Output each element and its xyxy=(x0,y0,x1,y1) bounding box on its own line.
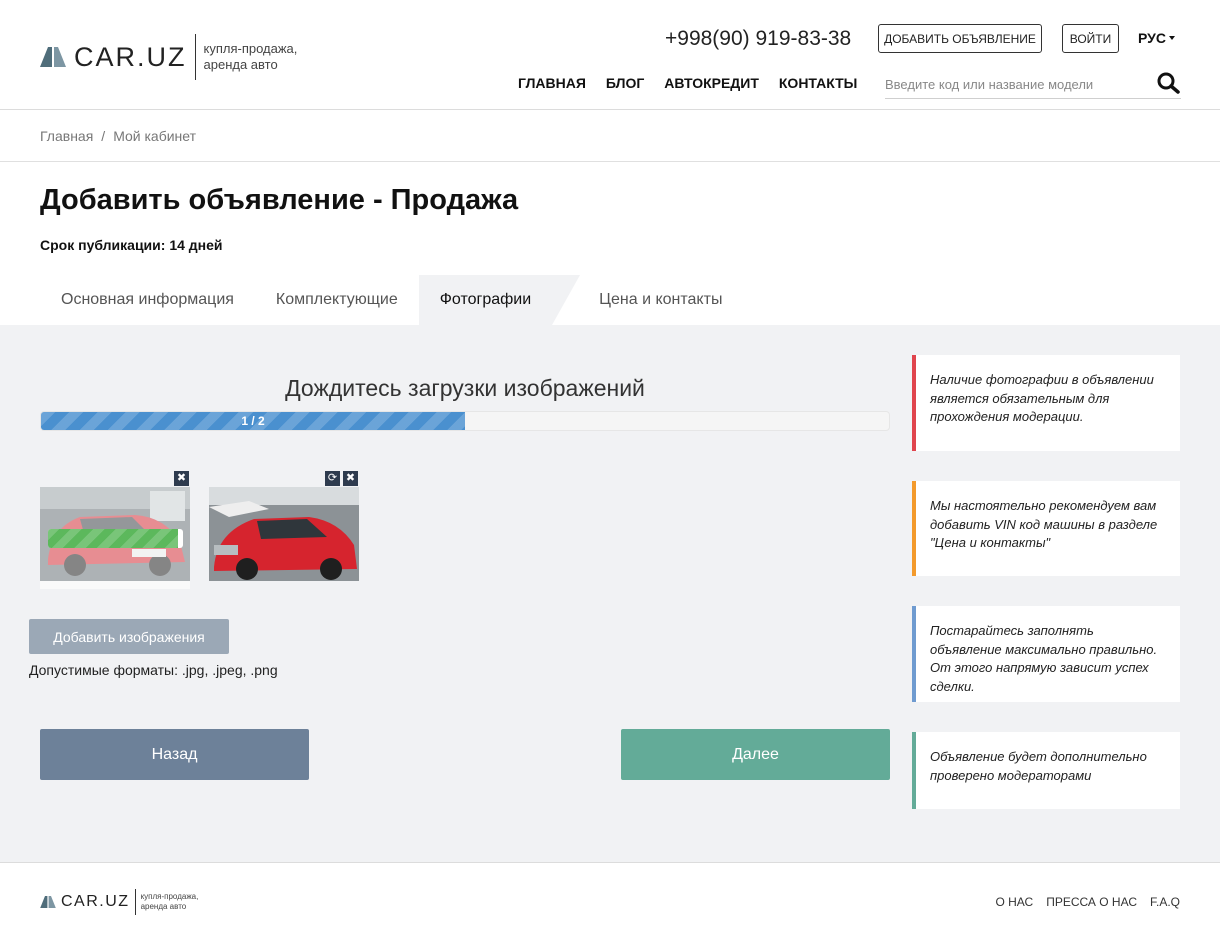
nav-blog[interactable]: БЛОГ xyxy=(606,75,644,91)
breadcrumb-home[interactable]: Главная xyxy=(40,128,93,144)
add-ad-button[interactable]: ДОБАВИТЬ ОБЪЯВЛЕНИЕ xyxy=(878,24,1042,53)
footer-link-about[interactable]: О НАС xyxy=(995,895,1033,909)
upload-progress-bar: 1 / 2 xyxy=(40,411,890,431)
logo-divider xyxy=(134,889,136,915)
note-vin-recommendation: Мы настоятельно рекомендуем вам добавить… xyxy=(912,481,1180,576)
site-logo[interactable]: CAR.UZ купля-продажа, аренда авто xyxy=(40,34,316,80)
note-text: Объявление будет дополнительно проверено… xyxy=(930,749,1147,783)
close-icon: ✖ xyxy=(176,472,187,484)
note-accent-bar xyxy=(912,481,916,576)
photos-panel: Дождитесь загрузки изображений 1 / 2 ✖ ⟳… xyxy=(0,325,1220,863)
note-text: Мы настоятельно рекомендуем вам добавить… xyxy=(930,498,1158,550)
publication-term: Срок публикации: 14 дней xyxy=(40,237,223,253)
footer-link-faq[interactable]: F.A.Q xyxy=(1150,895,1180,909)
form-tabs: Основная информация Комплектующие Фотогр… xyxy=(40,275,743,325)
logo-divider xyxy=(194,34,196,80)
search-icon[interactable] xyxy=(1157,72,1181,99)
upload-progress-fill: 1 / 2 xyxy=(41,412,465,430)
tab-basic-info[interactable]: Основная информация xyxy=(40,275,255,325)
nav-contacts[interactable]: КОНТАКТЫ xyxy=(779,75,857,91)
contact-phone[interactable]: +998(90) 919-83-38 xyxy=(665,27,851,51)
photo-thumbnail[interactable] xyxy=(209,487,359,581)
tab-components[interactable]: Комплектующие xyxy=(255,275,419,325)
chevron-down-icon xyxy=(1168,36,1175,40)
next-button[interactable]: Далее xyxy=(621,729,890,780)
close-icon: ✖ xyxy=(345,472,356,484)
language-selector[interactable]: РУС xyxy=(1138,30,1175,46)
breadcrumb: Главная / Мой кабинет xyxy=(40,128,196,144)
logo-text: CAR.UZ xyxy=(74,41,187,72)
rotate-icon: ⟳ xyxy=(327,472,338,484)
note-accent-bar xyxy=(912,732,916,809)
upload-progress-text: 1 / 2 xyxy=(241,414,265,428)
note-text: Постарайтесь заполнять объявление максим… xyxy=(930,623,1158,694)
main-nav: ГЛАВНАЯ БЛОГ АВТОКРЕДИТ КОНТАКТЫ xyxy=(518,75,877,91)
allowed-formats-text: Допустимые форматы: .jpg, .jpeg, .png xyxy=(29,662,278,678)
logo-mark-icon xyxy=(40,47,66,67)
photo-thumbnail-uploading[interactable] xyxy=(40,487,190,581)
tab-photos[interactable]: Фотографии xyxy=(418,275,581,325)
note-moderation: Объявление будет дополнительно проверено… xyxy=(912,732,1180,809)
breadcrumb-separator: / xyxy=(101,128,106,144)
thumbnail-caption-area xyxy=(40,581,190,589)
breadcrumb-cabinet[interactable]: Мой кабинет xyxy=(113,128,196,144)
note-text: Наличие фотографии в объявлении является… xyxy=(930,372,1154,424)
logo-tagline: купля-продажа, аренда авто xyxy=(203,41,298,72)
note-fill-correctly: Постарайтесь заполнять объявление максим… xyxy=(912,606,1180,702)
search-input[interactable] xyxy=(885,76,1145,92)
footer-link-press[interactable]: ПРЕССА О НАС xyxy=(1046,895,1137,909)
remove-photo-1-button[interactable]: ✖ xyxy=(174,471,189,486)
page-title: Добавить объявление - Продажа xyxy=(40,184,519,216)
upload-heading: Дождитесь загрузки изображений xyxy=(285,375,645,401)
thumbnail-progress-bar xyxy=(48,529,183,548)
nav-home[interactable]: ГЛАВНАЯ xyxy=(518,75,586,91)
back-button[interactable]: Назад xyxy=(40,729,309,780)
thumbnail-progress-fill xyxy=(48,529,178,548)
language-label: РУС xyxy=(1138,30,1166,46)
breadcrumb-bar: Главная / Мой кабинет xyxy=(0,111,1220,162)
logo-mark-icon xyxy=(40,896,56,908)
footer-logo-text: CAR.UZ xyxy=(61,893,130,910)
search-box xyxy=(885,70,1181,99)
car-photo-image xyxy=(209,487,359,581)
login-button[interactable]: ВОЙТИ xyxy=(1062,24,1119,53)
note-accent-bar xyxy=(912,606,916,702)
footer-links: О НАС ПРЕССА О НАС F.A.Q xyxy=(982,895,1180,909)
note-photo-required: Наличие фотографии в объявлении является… xyxy=(912,355,1180,451)
footer-logo[interactable]: CAR.UZ купля-продажа, аренда авто xyxy=(40,889,211,915)
nav-autocredit[interactable]: АВТОКРЕДИТ xyxy=(664,75,759,91)
remove-photo-2-button[interactable]: ✖ xyxy=(343,471,358,486)
site-header: CAR.UZ купля-продажа, аренда авто +998(9… xyxy=(0,0,1220,110)
rotate-photo-2-button[interactable]: ⟳ xyxy=(325,471,340,486)
footer-logo-tagline: купля-продажа, аренда авто xyxy=(140,892,199,911)
add-images-button[interactable]: Добавить изображения xyxy=(29,619,229,654)
tab-price-contacts[interactable]: Цена и контакты xyxy=(578,275,743,325)
note-accent-bar xyxy=(912,355,916,451)
